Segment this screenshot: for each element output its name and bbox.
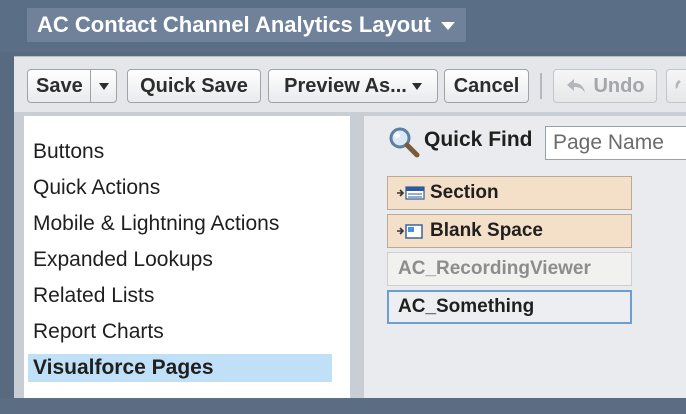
title-bar: AC Contact Channel Analytics Layout <box>0 0 686 52</box>
redo-button[interactable] <box>666 69 686 103</box>
cancel-button[interactable]: Cancel <box>444 69 529 103</box>
bottom-strip <box>0 398 686 414</box>
category-quick-actions[interactable]: Quick Actions <box>28 174 332 202</box>
quick-save-button[interactable]: Quick Save <box>127 69 261 103</box>
blank-space-icon <box>397 224 423 239</box>
toolbar: Save Quick Save Preview As... Cancel Und… <box>14 56 686 113</box>
section-icon <box>397 186 425 200</box>
element-label: Section <box>430 182 499 203</box>
category-related-lists[interactable]: Related Lists <box>28 282 332 310</box>
undo-label: Undo <box>593 74 645 97</box>
quick-find-label: Quick Find <box>424 128 533 151</box>
save-dropdown-button[interactable] <box>90 69 117 103</box>
preview-as-button[interactable]: Preview As... <box>268 69 438 103</box>
toolbar-separator <box>540 73 542 99</box>
undo-button[interactable]: Undo <box>553 69 657 103</box>
category-visualforce-pages[interactable]: Visualforce Pages <box>28 354 332 382</box>
save-button[interactable]: Save <box>27 69 91 103</box>
element-list: Quick Find Section Blank Space AC_Record… <box>364 116 686 398</box>
element-section[interactable]: Section <box>387 176 632 210</box>
preview-as-label: Preview As... <box>284 74 407 97</box>
category-list: Buttons Quick Actions Mobile & Lightning… <box>24 116 350 398</box>
undo-icon <box>567 79 586 93</box>
category-report-charts[interactable]: Report Charts <box>28 318 332 346</box>
quick-find-input[interactable] <box>545 126 686 160</box>
layout-title: AC Contact Channel Analytics Layout <box>37 12 432 37</box>
element-ac-something[interactable]: AC_Something <box>387 290 632 324</box>
element-blank-space[interactable]: Blank Space <box>387 214 632 248</box>
chevron-down-icon <box>411 82 422 90</box>
layout-selector[interactable]: AC Contact Channel Analytics Layout <box>27 8 467 42</box>
chevron-down-icon <box>98 82 109 90</box>
category-expanded-lookups[interactable]: Expanded Lookups <box>28 246 332 274</box>
category-mobile-lightning-actions[interactable]: Mobile & Lightning Actions <box>28 210 332 238</box>
magnifier-icon <box>389 127 420 158</box>
palette: Buttons Quick Actions Mobile & Lightning… <box>14 112 686 398</box>
category-buttons[interactable]: Buttons <box>28 138 332 166</box>
element-label: Blank Space <box>430 220 543 241</box>
chevron-down-icon <box>441 22 456 30</box>
redo-icon <box>675 80 681 89</box>
element-ac-recordingviewer[interactable]: AC_RecordingViewer <box>387 252 632 286</box>
